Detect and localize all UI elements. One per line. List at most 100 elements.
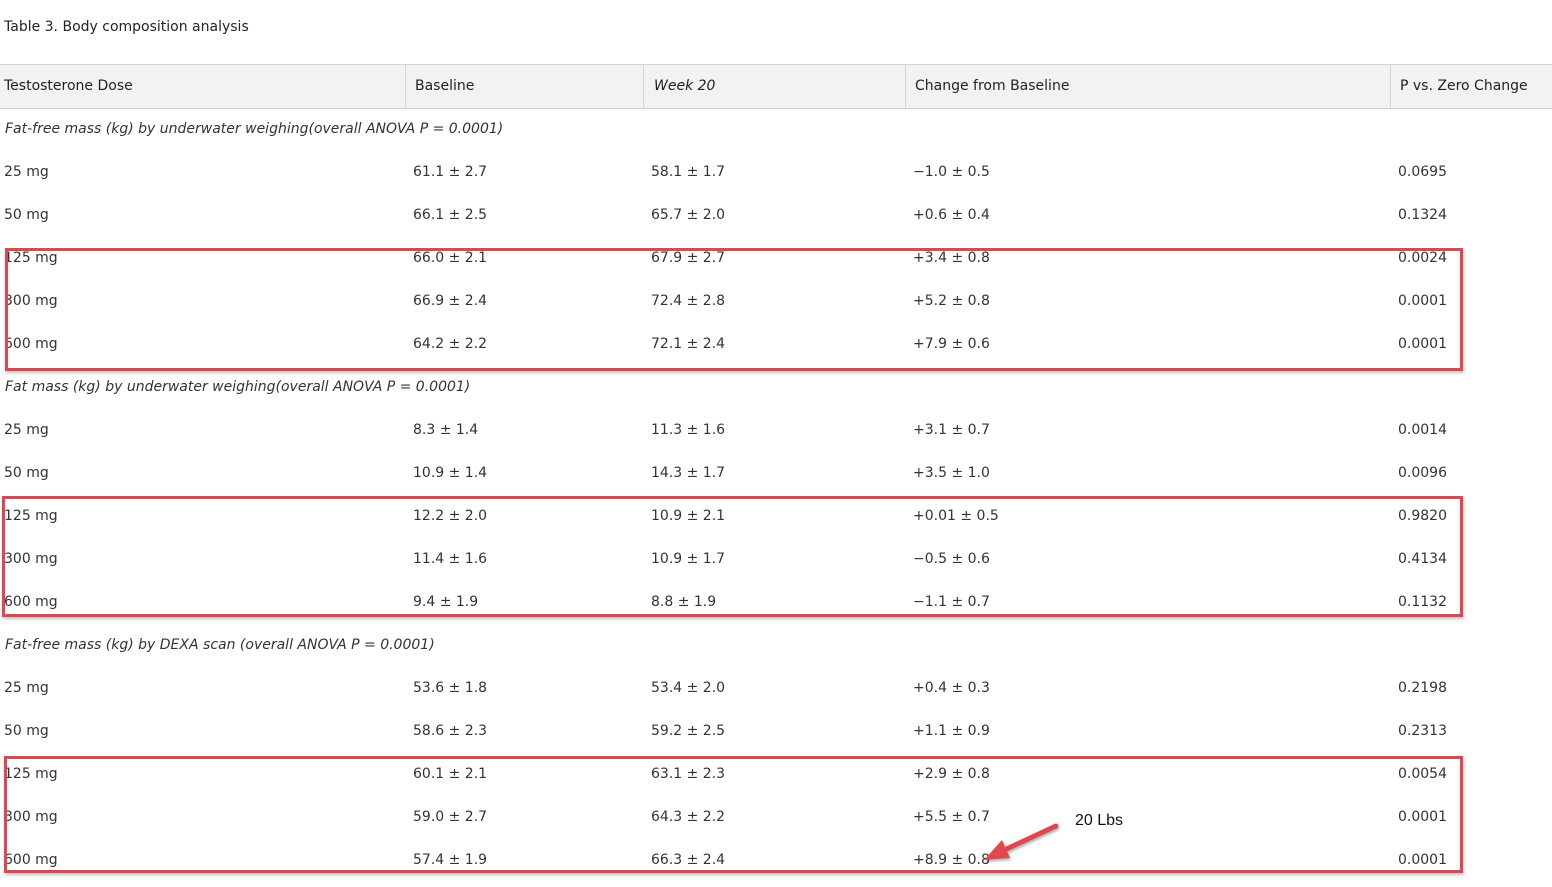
cell-change: +3.1 ± 0.7 bbox=[913, 422, 990, 438]
cell-dose: 125 mg bbox=[4, 508, 58, 524]
table-row: 600 mg 9.4 ± 1.9 8.8 ± 1.9 −1.1 ± 0.7 0.… bbox=[0, 581, 1552, 624]
cell-week-20: 64.3 ± 2.2 bbox=[651, 809, 726, 825]
cell-change: +0.01 ± 0.5 bbox=[913, 508, 999, 524]
cell-dose: 50 mg bbox=[4, 465, 49, 481]
cell-week-20: 11.3 ± 1.6 bbox=[651, 422, 726, 438]
cell-change: +3.5 ± 1.0 bbox=[913, 465, 990, 481]
cell-baseline: 66.9 ± 2.4 bbox=[413, 293, 488, 309]
header-baseline: Baseline bbox=[405, 65, 474, 108]
header-testosterone-dose: Testosterone Dose bbox=[4, 78, 133, 94]
table-header-row: Testosterone Dose Baseline Week 20 Chang… bbox=[0, 64, 1552, 109]
table-row: 600 mg 64.2 ± 2.2 72.1 ± 2.4 +7.9 ± 0.6 … bbox=[0, 323, 1552, 366]
cell-dose: 50 mg bbox=[4, 207, 49, 223]
cell-p-value: 0.0001 bbox=[1398, 293, 1447, 309]
cell-dose: 300 mg bbox=[4, 551, 58, 567]
table-row: 25 mg 53.6 ± 1.8 53.4 ± 2.0 +0.4 ± 0.3 0… bbox=[0, 667, 1552, 710]
cell-p-value: 0.4134 bbox=[1398, 551, 1447, 567]
cell-baseline: 11.4 ± 1.6 bbox=[413, 551, 488, 567]
cell-p-value: 0.0001 bbox=[1398, 852, 1447, 868]
arrow-icon bbox=[984, 823, 1059, 860]
cell-week-20: 67.9 ± 2.7 bbox=[651, 250, 726, 266]
cell-p-value: 0.0695 bbox=[1398, 164, 1447, 180]
cell-baseline: 12.2 ± 2.0 bbox=[413, 508, 488, 524]
cell-p-value: 0.1132 bbox=[1398, 594, 1447, 610]
cell-dose: 300 mg bbox=[4, 293, 58, 309]
cell-baseline: 53.6 ± 1.8 bbox=[413, 680, 488, 696]
cell-change: +8.9 ± 0.8 bbox=[913, 852, 990, 868]
table-caption: Table 3. Body composition analysis bbox=[4, 19, 249, 35]
header-p-vs-zero-change: P vs. Zero Change bbox=[1390, 65, 1528, 108]
cell-change: +2.9 ± 0.8 bbox=[913, 766, 990, 782]
cell-dose: 600 mg bbox=[4, 594, 58, 610]
cell-dose: 125 mg bbox=[4, 766, 58, 782]
cell-baseline: 58.6 ± 2.3 bbox=[413, 723, 488, 739]
cell-baseline: 10.9 ± 1.4 bbox=[413, 465, 488, 481]
cell-baseline: 57.4 ± 1.9 bbox=[413, 852, 488, 868]
cell-dose: 25 mg bbox=[4, 680, 49, 696]
cell-week-20: 58.1 ± 1.7 bbox=[651, 164, 726, 180]
table-row: 125 mg 66.0 ± 2.1 67.9 ± 2.7 +3.4 ± 0.8 … bbox=[0, 237, 1552, 280]
cell-p-value: 0.0096 bbox=[1398, 465, 1447, 481]
cell-week-20: 53.4 ± 2.0 bbox=[651, 680, 726, 696]
cell-dose: 600 mg bbox=[4, 852, 58, 868]
table-row: 125 mg 12.2 ± 2.0 10.9 ± 2.1 +0.01 ± 0.5… bbox=[0, 495, 1552, 538]
cell-week-20: 10.9 ± 2.1 bbox=[651, 508, 726, 524]
cell-week-20: 14.3 ± 1.7 bbox=[651, 465, 726, 481]
cell-week-20: 10.9 ± 1.7 bbox=[651, 551, 726, 567]
cell-dose: 300 mg bbox=[4, 809, 58, 825]
table-row: 50 mg 58.6 ± 2.3 59.2 ± 2.5 +1.1 ± 0.9 0… bbox=[0, 710, 1552, 753]
cell-change: +5.2 ± 0.8 bbox=[913, 293, 990, 309]
cell-baseline: 61.1 ± 2.7 bbox=[413, 164, 488, 180]
cell-baseline: 8.3 ± 1.4 bbox=[413, 422, 479, 438]
annotation-label: 20 Lbs bbox=[1075, 812, 1124, 829]
table-row: 50 mg 10.9 ± 1.4 14.3 ± 1.7 +3.5 ± 1.0 0… bbox=[0, 452, 1552, 495]
cell-dose: 125 mg bbox=[4, 250, 58, 266]
table-row: 300 mg 59.0 ± 2.7 64.3 ± 2.2 +5.5 ± 0.7 … bbox=[0, 796, 1552, 839]
cell-week-20: 8.8 ± 1.9 bbox=[651, 594, 717, 610]
cell-change: −0.5 ± 0.6 bbox=[913, 551, 990, 567]
cell-change: +0.4 ± 0.3 bbox=[913, 680, 990, 696]
header-change-from-baseline: Change from Baseline bbox=[905, 65, 1069, 108]
cell-p-value: 0.2198 bbox=[1398, 680, 1447, 696]
cell-baseline: 60.1 ± 2.1 bbox=[413, 766, 488, 782]
cell-baseline: 66.1 ± 2.5 bbox=[413, 207, 488, 223]
cell-p-value: 0.0014 bbox=[1398, 422, 1447, 438]
cell-change: +5.5 ± 0.7 bbox=[913, 809, 990, 825]
table-row: 25 mg 61.1 ± 2.7 58.1 ± 1.7 −1.0 ± 0.5 0… bbox=[0, 151, 1552, 194]
cell-week-20: 63.1 ± 2.3 bbox=[651, 766, 726, 782]
cell-p-value: 0.0001 bbox=[1398, 336, 1447, 352]
table-row: 600 mg 57.4 ± 1.9 66.3 ± 2.4 +8.9 ± 0.8 … bbox=[0, 839, 1552, 882]
cell-change: +7.9 ± 0.6 bbox=[913, 336, 990, 352]
table-row: 25 mg 8.3 ± 1.4 11.3 ± 1.6 +3.1 ± 0.7 0.… bbox=[0, 409, 1552, 452]
cell-week-20: 66.3 ± 2.4 bbox=[651, 852, 726, 868]
cell-dose: 50 mg bbox=[4, 723, 49, 739]
table-row: 300 mg 66.9 ± 2.4 72.4 ± 2.8 +5.2 ± 0.8 … bbox=[0, 280, 1552, 323]
table-row: 50 mg 66.1 ± 2.5 65.7 ± 2.0 +0.6 ± 0.4 0… bbox=[0, 194, 1552, 237]
cell-p-value: 0.9820 bbox=[1398, 508, 1447, 524]
cell-p-value: 0.2313 bbox=[1398, 723, 1447, 739]
cell-dose: 25 mg bbox=[4, 422, 49, 438]
section-title-fat-free-mass-underwater: Fat-free mass (kg) by underwater weighin… bbox=[5, 121, 504, 137]
cell-week-20: 72.1 ± 2.4 bbox=[651, 336, 726, 352]
cell-change: +3.4 ± 0.8 bbox=[913, 250, 990, 266]
cell-baseline: 59.0 ± 2.7 bbox=[413, 809, 488, 825]
table-row: 300 mg 11.4 ± 1.6 10.9 ± 1.7 −0.5 ± 0.6 … bbox=[0, 538, 1552, 581]
cell-change: −1.0 ± 0.5 bbox=[913, 164, 990, 180]
cell-week-20: 72.4 ± 2.8 bbox=[651, 293, 726, 309]
cell-baseline: 66.0 ± 2.1 bbox=[413, 250, 488, 266]
cell-p-value: 0.0001 bbox=[1398, 809, 1447, 825]
section-title-fat-free-mass-dexa: Fat-free mass (kg) by DEXA scan (overall… bbox=[5, 637, 435, 653]
cell-baseline: 9.4 ± 1.9 bbox=[413, 594, 479, 610]
cell-baseline: 64.2 ± 2.2 bbox=[413, 336, 488, 352]
cell-dose: 25 mg bbox=[4, 164, 49, 180]
cell-change: +0.6 ± 0.4 bbox=[913, 207, 990, 223]
section-title-fat-mass-underwater: Fat mass (kg) by underwater weighing(ove… bbox=[5, 379, 471, 395]
cell-week-20: 59.2 ± 2.5 bbox=[651, 723, 726, 739]
cell-p-value: 0.0024 bbox=[1398, 250, 1447, 266]
header-week-20: Week 20 bbox=[643, 65, 715, 108]
cell-p-value: 0.1324 bbox=[1398, 207, 1447, 223]
table-row: 125 mg 60.1 ± 2.1 63.1 ± 2.3 +2.9 ± 0.8 … bbox=[0, 753, 1552, 796]
cell-week-20: 65.7 ± 2.0 bbox=[651, 207, 726, 223]
cell-change: −1.1 ± 0.7 bbox=[913, 594, 990, 610]
cell-change: +1.1 ± 0.9 bbox=[913, 723, 990, 739]
